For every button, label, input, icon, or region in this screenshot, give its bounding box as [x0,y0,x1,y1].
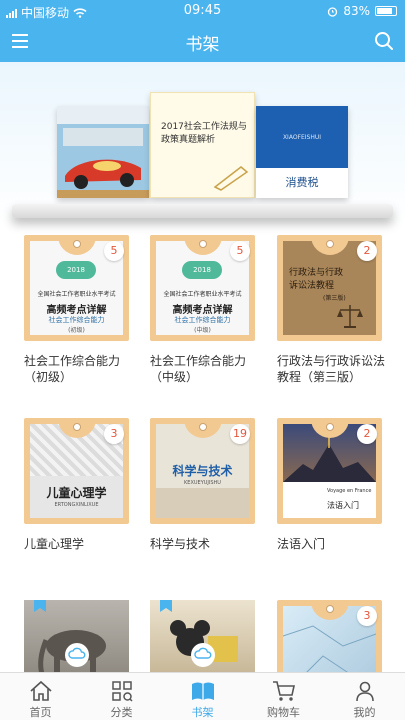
cover-title: 全国社会工作者职业水平考试 [163,291,242,298]
tab-home[interactable]: 首页 [0,673,81,720]
book-title: 法语入门 [277,537,326,551]
cover-year-badge: 2018 [56,261,96,279]
count-badge: 5 [230,241,250,261]
count-badge: 2 [357,424,377,444]
cover-sub: 社会工作综合能力 [174,316,231,324]
pin-icon [325,423,334,431]
tab-category-label: 分类 [110,706,133,719]
pencil-icon [213,166,249,191]
book-cover[interactable]: 2018 全国社会工作者职业水平考试 高频考点详解 社会工作综合能力 (初级) … [24,235,129,341]
shelf-book-cars[interactable] [57,106,149,198]
cover-big: 高频考点详解 [46,305,107,316]
tab-cart-label: 购物车 [267,706,300,719]
book-cover[interactable]: 科学与技术 KEXUEYUJISHU 19 [150,418,255,524]
pin-icon [325,605,334,613]
cover-level: (初级) [68,327,85,334]
book-title: 科学与技术 [150,537,211,551]
shelf-book-tax-band: 消费税 [256,168,348,198]
page-title: 书架 [185,35,220,55]
book-title: 社会工作综合能力（中级） [150,354,247,384]
book-title: 儿童心理学 [24,537,85,551]
tab-category[interactable]: 分类 [81,673,162,720]
book-title: 社会工作综合能力（初级） [24,354,121,384]
tab-home-label: 首页 [29,706,52,719]
alarm-icon [328,6,338,17]
shelf-book-law[interactable]: 2017社会工作法规与政策真题解析 [150,92,255,198]
pin-icon [72,423,81,431]
pin-icon [325,240,334,248]
cover-sub: 社会工作综合能力 [48,316,105,324]
user-icon [355,681,374,702]
pin-icon [72,240,81,248]
shelf-book-tax-title: 消费税 [285,176,319,189]
pin-icon [198,240,207,248]
tab-profile[interactable]: 我的 [324,673,405,720]
tab-bar: 首页 分类 书架 购物车 我的 [0,672,405,720]
search-icon[interactable] [373,30,395,56]
count-badge: 19 [230,424,250,444]
status-right: 83% [327,4,397,18]
shelf-book-law-title: 2017社会工作法规与政策真题解析 [161,122,247,145]
pin-icon [198,423,207,431]
shelf-book-tax[interactable]: XIAOFEISHUI 消费税 [256,106,348,198]
book-cover[interactable]: 2018 全国社会工作者职业水平考试 高频考点详解 社会工作综合能力 (中级) … [150,235,255,341]
scales-icon [337,305,363,328]
book-cover[interactable]: 行政法与行政诉讼法教程 (第三版) 2 [277,235,382,341]
bookmark-icon [160,600,172,612]
elephant-image [38,630,106,675]
book-icon [191,682,214,700]
count-badge: 5 [104,241,124,261]
battery-icon [375,6,397,16]
count-badge: 3 [104,424,124,444]
cover-title: 全国社会工作者职业水平考试 [37,291,116,298]
category-icon [111,681,133,702]
bookmark-icon [34,600,46,612]
tab-profile-label: 我的 [353,706,376,719]
book-cover[interactable]: 儿童心理学 ERTONGXINLIXUE 3 [24,418,129,524]
nav-bar: 书架 [0,22,405,62]
featured-shelf: 2017社会工作法规与政策真题解析 XIAOFEISHUI 消费税 [0,62,405,227]
book-title: 行政法与行政诉讼法教程（第三版） [277,354,386,384]
cover-title: 儿童心理学 [46,486,107,500]
cover-title: 法语入门 [327,501,359,510]
status-bar: 中国移动 09:45 83% [0,0,405,22]
cloud-download-icon[interactable] [190,642,216,668]
cart-icon [272,681,295,701]
cartoon-image [170,620,238,662]
cover-title: 科学与技术 [172,464,233,478]
cover-sub: Voyage en France [327,488,372,494]
count-badge: 2 [357,241,377,261]
cover-sub: ERTONGXINLIXUE [54,502,99,508]
cover-year-badge: 2018 [182,261,222,279]
home-icon [29,680,52,701]
cover-title: 行政法与行政诉讼法教程 [289,268,344,291]
shelf-book-tax-top: XIAOFEISHUI [282,134,322,141]
tab-cart[interactable]: 购物车 [243,673,324,720]
shelf-bar [12,204,393,218]
battery-text: 83% [343,4,370,18]
cover-big: 高频考点详解 [172,305,233,316]
count-badge: 3 [357,606,377,626]
tab-bookshelf[interactable]: 书架 [162,673,243,720]
cover-sub: KEXUEYUJISHU [184,480,221,486]
cover-level: (中级) [194,327,211,334]
cloud-download-icon[interactable] [64,642,90,668]
tab-bookshelf-label: 书架 [191,706,214,719]
book-cover[interactable]: Voyage en France 法语入门 2 [277,418,382,524]
